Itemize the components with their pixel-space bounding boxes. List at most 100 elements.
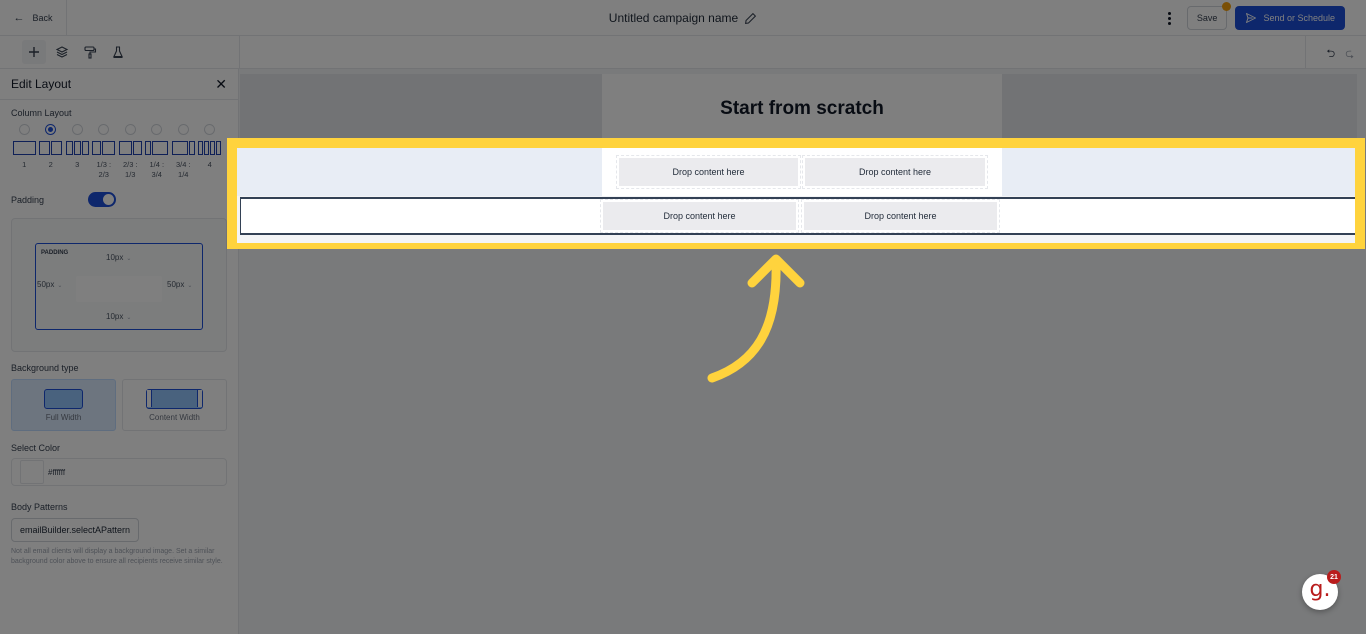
undo-icon[interactable]: ⮌ xyxy=(1326,45,1335,64)
radio[interactable] xyxy=(98,124,110,135)
pencil-icon[interactable] xyxy=(744,12,757,25)
top-actions: Save Send or Schedule xyxy=(1165,2,1345,30)
layout-1-3-2-3-icon xyxy=(92,141,116,155)
drop-zone[interactable]: Drop content here xyxy=(802,155,988,189)
close-icon[interactable]: ✕ xyxy=(215,76,227,93)
padding-box-title: PADDING xyxy=(41,250,69,256)
panel-header: Edit Layout ✕ xyxy=(0,69,238,100)
chevron-down-icon: ⌄ xyxy=(187,283,193,289)
column-layout-options: 1 2 3 1/3 :2/3 2/3 :1/3 1/4 :3/4 3/4: 1… xyxy=(11,124,227,180)
padding-row: Padding xyxy=(11,192,227,207)
column-layout-label: Column Layout xyxy=(11,108,72,118)
radio[interactable] xyxy=(18,124,30,135)
email-heading[interactable]: Start from scratch xyxy=(720,98,884,120)
radio[interactable] xyxy=(151,124,163,135)
layout-1-4-3-4-icon xyxy=(145,141,169,155)
toolbar-divider xyxy=(1305,36,1306,69)
highlighted-section: Drop content here Drop content here Drop… xyxy=(227,138,1365,249)
option-label: Content Width xyxy=(149,412,200,422)
panel-title: Edit Layout xyxy=(11,77,72,91)
drop-zone[interactable]: Drop content here xyxy=(616,155,801,189)
radio-selected[interactable] xyxy=(45,124,57,135)
color-input[interactable]: #ffffff xyxy=(11,458,227,486)
campaign-title[interactable]: Untitled campaign name xyxy=(609,11,738,25)
history-controls: ⮌ ⮎ xyxy=(1326,45,1354,64)
column-option-3-4-1-4[interactable]: 3/4 :1/4 xyxy=(170,124,197,180)
chevron-down-icon: ⌄ xyxy=(126,315,132,321)
select-pattern-button[interactable]: emailBuilder.selectAPattern xyxy=(11,518,140,542)
notification-badge: 21 xyxy=(1327,570,1341,584)
toolbar-divider xyxy=(239,36,240,69)
column-option-3[interactable]: 3 xyxy=(64,124,91,180)
select-color-label: Select Color xyxy=(11,443,61,453)
column-option-2-3-1-3[interactable]: 2/3 :1/3 xyxy=(117,124,144,180)
layout-2-col-icon xyxy=(39,141,63,155)
send-icon xyxy=(1246,13,1257,23)
arrow-left-icon: ← xyxy=(13,12,25,24)
color-swatch[interactable] xyxy=(20,460,44,484)
back-button[interactable]: ← Back xyxy=(0,0,67,36)
drop-zone[interactable]: Drop content here xyxy=(600,199,799,233)
chevron-down-icon: ⌄ xyxy=(57,283,63,289)
drop-zone[interactable]: Drop content here xyxy=(801,199,1000,233)
unsaved-indicator xyxy=(1222,2,1232,11)
layout-1-col-icon xyxy=(12,141,36,155)
full-width-icon xyxy=(44,388,83,409)
campaign-title-area: Untitled campaign name xyxy=(0,0,1366,36)
section-rows: Drop content here Drop content here Drop… xyxy=(237,148,1355,243)
background-content-width-option[interactable]: Content Width xyxy=(122,379,227,431)
padding-bottom-select[interactable]: 10px ⌄ xyxy=(106,312,131,321)
editor-toolbar: ⮌ ⮎ xyxy=(0,36,1366,69)
send-or-schedule-button[interactable]: Send or Schedule xyxy=(1235,6,1345,30)
column-option-1[interactable]: 1 xyxy=(11,124,38,180)
help-widget-button[interactable]: g. 21 xyxy=(1302,570,1341,610)
padding-box: PADDING 10px ⌄ 50px ⌄ 50px ⌄ 10px ⌄ xyxy=(35,243,203,330)
body-patterns-label: Body Patterns xyxy=(11,502,68,512)
layout-4-col-icon xyxy=(198,141,222,155)
option-label: Full Width xyxy=(45,412,82,422)
save-button[interactable]: Save xyxy=(1186,2,1232,30)
padding-editor: PADDING 10px ⌄ 50px ⌄ 50px ⌄ 10px ⌄ xyxy=(11,218,227,352)
background-type-options: Full Width Content Width xyxy=(11,379,227,431)
save-label: Save xyxy=(1196,13,1218,23)
radio[interactable] xyxy=(204,124,216,135)
background-full-width-option[interactable]: Full Width xyxy=(11,379,116,431)
content-width-icon xyxy=(146,388,203,409)
radio[interactable] xyxy=(124,124,136,135)
padding-right-select[interactable]: 50px ⌄ xyxy=(167,280,192,289)
column-option-1-4-3-4[interactable]: 1/4 :3/4 xyxy=(144,124,171,180)
layout-3-col-icon xyxy=(65,141,89,155)
back-label: Back xyxy=(32,13,53,23)
more-options-icon[interactable] xyxy=(1165,11,1175,25)
color-value: #ffffff xyxy=(48,467,66,477)
email-header-section[interactable]: Start from scratch xyxy=(240,74,1357,144)
column-option-4[interactable]: 4 xyxy=(197,124,224,180)
padding-top-select[interactable]: 10px ⌄ xyxy=(106,253,131,262)
flask-icon[interactable] xyxy=(106,40,130,64)
plus-icon[interactable] xyxy=(22,40,46,64)
layout-row[interactable]: Drop content here Drop content here xyxy=(237,148,1355,196)
top-bar: ← Back Untitled campaign name Save Send … xyxy=(0,0,1366,36)
layers-icon[interactable] xyxy=(50,40,74,64)
layout-2-3-1-3-icon xyxy=(118,141,142,155)
chevron-down-icon: ⌄ xyxy=(126,256,132,262)
padding-left-select[interactable]: 50px ⌄ xyxy=(37,280,62,289)
padding-label: Padding xyxy=(11,194,45,205)
row-content: Drop content here Drop content here xyxy=(602,148,1002,196)
column-option-2[interactable]: 2 xyxy=(38,124,65,180)
curved-arrow-icon xyxy=(707,254,805,383)
paint-roller-icon[interactable] xyxy=(78,40,102,64)
padding-toggle[interactable] xyxy=(88,192,117,207)
layout-row-selected[interactable]: Drop content here Drop content here xyxy=(240,197,1355,235)
layout-3-4-1-4-icon xyxy=(171,141,195,155)
email-header-content: Start from scratch xyxy=(602,74,1002,144)
padding-content-preview xyxy=(76,276,162,302)
background-type-label: Background type xyxy=(11,363,79,373)
column-option-1-3-2-3[interactable]: 1/3 :2/3 xyxy=(91,124,118,180)
help-logo: g. xyxy=(1309,577,1331,602)
radio[interactable] xyxy=(177,124,189,135)
radio[interactable] xyxy=(71,124,83,135)
pattern-hint: Not all email clients will display a bac… xyxy=(11,548,223,565)
edit-layout-panel: Edit Layout ✕ Column Layout 1 2 3 1/3 :2… xyxy=(0,69,239,634)
redo-icon[interactable]: ⮎ xyxy=(1345,45,1354,64)
